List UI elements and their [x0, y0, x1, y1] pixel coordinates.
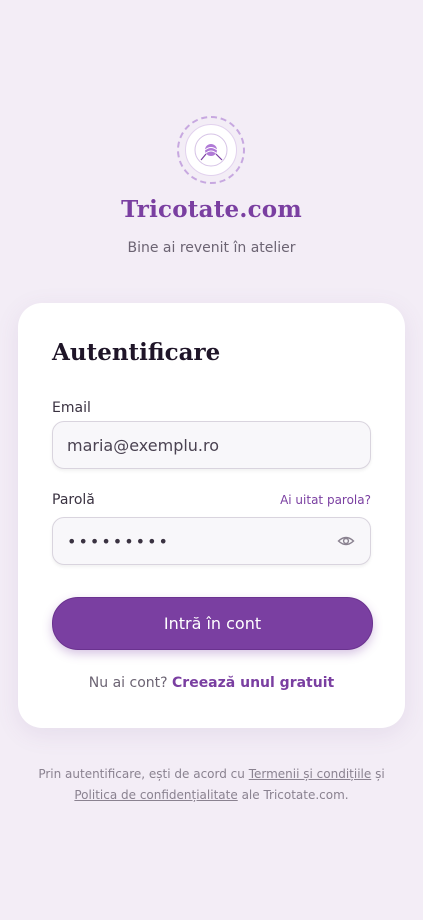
terms-link[interactable]: Termenii și condițiile — [249, 767, 372, 781]
eye-icon[interactable] — [336, 531, 356, 551]
legal-and: și — [375, 767, 385, 781]
legal-notice: Prin autentificare, ești de acord cu Ter… — [20, 764, 403, 806]
logo — [177, 116, 245, 184]
password-field[interactable]: ••••••••• — [52, 517, 371, 565]
privacy-link[interactable]: Politica de confidențialitate — [74, 788, 237, 802]
forgot-password-link[interactable]: Ai uitat parola? — [280, 493, 371, 507]
password-value: ••••••••• — [67, 531, 170, 551]
signup-link[interactable]: Creează unul gratuit — [172, 675, 334, 691]
login-title: Autentificare — [52, 339, 221, 366]
yarn-ball-icon — [185, 124, 237, 176]
login-button[interactable]: Intră în cont — [52, 597, 373, 650]
email-value: maria@exemplu.ro — [67, 435, 220, 455]
tagline: Bine ai revenit în atelier — [127, 240, 296, 256]
login-card: Autentificare Email maria@exemplu.ro Par… — [18, 303, 405, 728]
email-field[interactable]: maria@exemplu.ro — [52, 421, 371, 469]
email-label: Email — [52, 400, 91, 416]
legal-suffix: ale Tricotate.com. — [241, 788, 349, 802]
signup-prompt: Nu ai cont? — [88, 675, 168, 691]
brand-title: Tricotate.com — [121, 196, 302, 223]
legal-prefix: Prin autentificare, ești de acord cu — [38, 767, 245, 781]
password-label: Parolă — [52, 492, 95, 508]
signup-row: Nu ai cont? Creează unul gratuit — [18, 675, 405, 691]
